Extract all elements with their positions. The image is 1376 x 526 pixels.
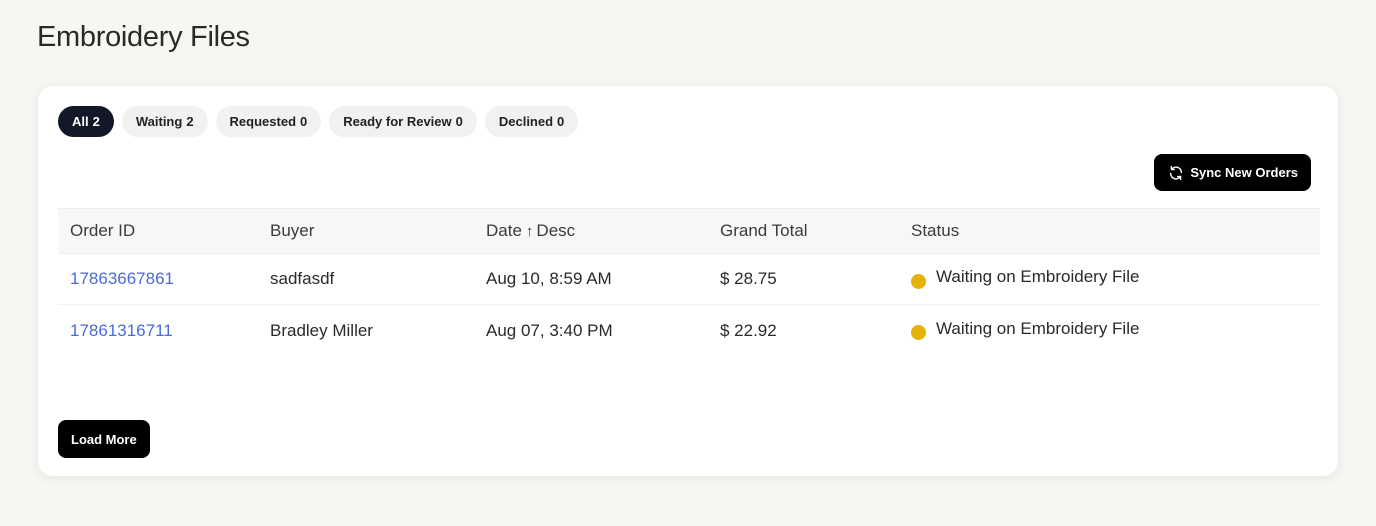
filter-chip-label: Waiting	[135, 114, 183, 129]
orders-card: All 2 Waiting 2 Requested 0 Ready for Re…	[37, 85, 1339, 477]
column-header-buyer[interactable]: Buyer	[258, 221, 474, 241]
status-filter-tabs: All 2 Waiting 2 Requested 0 Ready for Re…	[58, 106, 579, 137]
grand-total-cell: $ 22.92	[720, 320, 777, 340]
sort-direction-label: Desc	[536, 221, 576, 240]
filter-chip-count: 0	[557, 114, 565, 129]
filter-chip-declined[interactable]: Declined 0	[484, 106, 579, 137]
sort-arrow-up-icon: ↑	[525, 222, 534, 240]
order-id-link[interactable]: 17861316711	[70, 321, 173, 340]
refresh-icon	[1168, 165, 1184, 181]
filter-chip-label: Requested	[229, 114, 297, 129]
status-dot-icon	[911, 325, 926, 340]
column-header-date[interactable]: Date ↑ Desc	[474, 221, 708, 241]
status-dot-icon	[911, 273, 926, 289]
sync-new-orders-button[interactable]: Sync New Orders	[1154, 154, 1311, 191]
buyer-cell: sadfasdf	[270, 269, 335, 288]
column-header-order-id[interactable]: Order ID	[58, 221, 258, 241]
filter-chip-count: 2	[186, 114, 194, 129]
filter-chip-all[interactable]: All 2	[58, 106, 114, 137]
filter-chip-ready-for-review[interactable]: Ready for Review 0	[329, 106, 477, 137]
status-cell: Waiting on Embroidery File	[899, 267, 1320, 289]
status-label: Waiting on Embroidery File	[936, 267, 1140, 286]
table-row: 17863667861 sadfasdf Aug 10, 8:59 AM $ 2…	[58, 254, 1320, 305]
column-header-date-label: Date	[486, 221, 522, 240]
filter-chip-count: 2	[92, 114, 100, 129]
filter-chip-label: Declined	[498, 114, 554, 129]
date-cell: Aug 07, 3:40 PM	[486, 320, 613, 340]
load-more-button[interactable]: Load More	[58, 420, 150, 458]
table-header: Order ID Buyer Date ↑ Desc Grand Total S…	[58, 208, 1320, 254]
status-label: Waiting on Embroidery File	[936, 318, 1140, 338]
buyer-cell: Bradley Miller	[270, 320, 373, 340]
order-id-link[interactable]: 17863667861	[70, 269, 174, 288]
filter-chip-count: 0	[300, 114, 308, 129]
column-header-grand-total[interactable]: Grand Total	[708, 221, 899, 241]
date-cell: Aug 10, 8:59 AM	[486, 269, 612, 288]
sync-button-label: Sync New Orders	[1190, 165, 1298, 180]
order-id-cell: 17861316711	[58, 321, 258, 341]
table-row: 17861316711 Bradley Miller Aug 07, 3:40 …	[58, 305, 1320, 356]
filter-chip-label: Ready for Review	[343, 114, 452, 129]
filter-chip-label: All	[72, 114, 89, 129]
orders-table: Order ID Buyer Date ↑ Desc Grand Total S…	[58, 208, 1320, 356]
filter-chip-waiting[interactable]: Waiting 2	[121, 106, 208, 137]
page-title: Embroidery Files	[37, 21, 250, 53]
grand-total-cell: $ 28.75	[720, 269, 777, 288]
filter-chip-requested[interactable]: Requested 0	[215, 106, 322, 137]
filter-chip-count: 0	[455, 114, 463, 129]
order-id-cell: 17863667861	[58, 269, 258, 289]
column-header-status[interactable]: Status	[899, 221, 1320, 241]
status-cell: Waiting on Embroidery File	[899, 318, 1320, 340]
